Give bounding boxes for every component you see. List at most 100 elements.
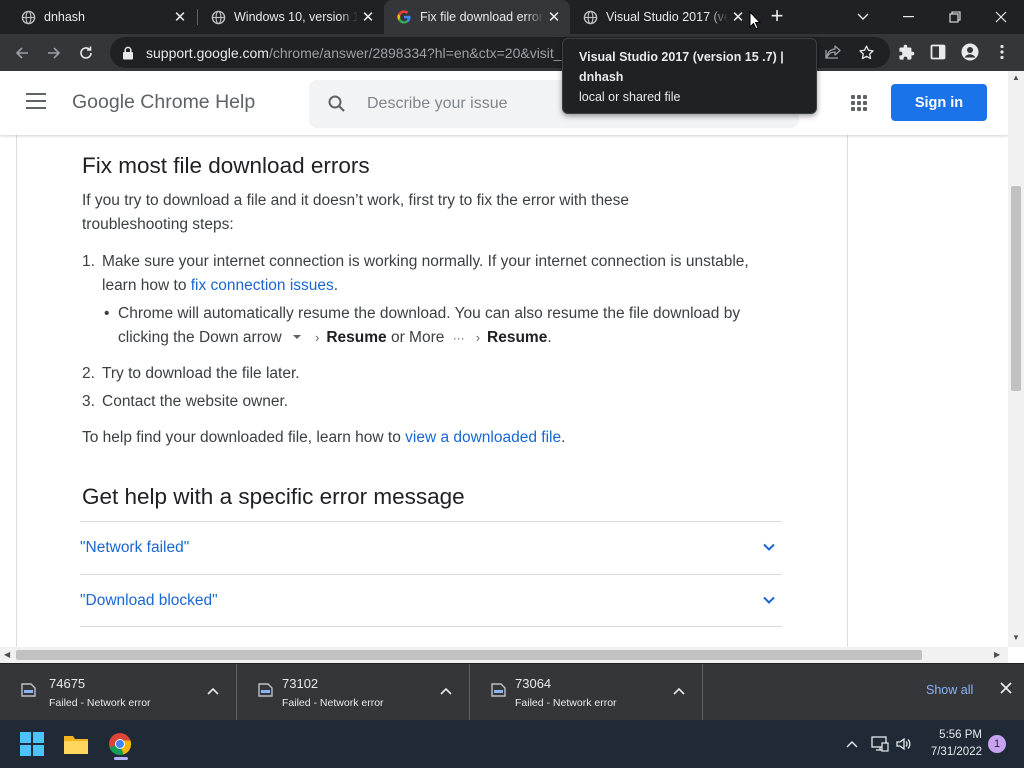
chevron-up-icon[interactable] bbox=[439, 684, 453, 698]
active-app-indicator bbox=[114, 757, 128, 760]
download-status: Failed - Network error bbox=[49, 697, 151, 709]
globe-icon bbox=[582, 9, 598, 25]
chevron-down-icon[interactable] bbox=[762, 540, 776, 554]
search-placeholder: Describe your issue bbox=[367, 95, 508, 112]
chevron-up-icon[interactable] bbox=[842, 734, 862, 754]
window-close-icon[interactable] bbox=[978, 0, 1024, 34]
tab-windows-10[interactable]: Windows 10, version 1809 ✕ bbox=[198, 0, 384, 34]
minimize-icon[interactable] bbox=[886, 0, 932, 34]
fix-connection-issues-link[interactable]: fix connection issues bbox=[191, 277, 334, 294]
windows-icon[interactable] bbox=[14, 726, 50, 762]
reload-icon[interactable] bbox=[73, 40, 99, 66]
lock-icon[interactable] bbox=[122, 46, 136, 60]
restore-icon[interactable] bbox=[932, 0, 978, 34]
download-status: Failed - Network error bbox=[282, 697, 384, 709]
tab-dnhash[interactable]: dnhash ✕ bbox=[8, 0, 196, 34]
star-icon[interactable] bbox=[856, 42, 876, 62]
section-title: Get help with a specific error message bbox=[82, 484, 465, 509]
tab-fix-download-errors[interactable]: Fix file download errors ✕ bbox=[384, 0, 570, 34]
download-name: 74675 bbox=[49, 676, 86, 691]
accordion-download-blocked[interactable]: "Download blocked" bbox=[80, 574, 782, 627]
vertical-scrollbar[interactable]: ▲ ▼ bbox=[1008, 71, 1024, 647]
sign-in-button[interactable]: Sign in bbox=[891, 84, 987, 121]
show-all-link[interactable]: Show all bbox=[926, 683, 973, 697]
file-icon bbox=[21, 683, 36, 697]
chevron-up-icon[interactable] bbox=[206, 684, 220, 698]
accordion-network-failed[interactable]: "Network failed" bbox=[80, 521, 782, 574]
list-item: 2. Try to download the file later. bbox=[82, 365, 300, 382]
tab-visual-studio[interactable]: Visual Studio 2017 (version 15.7) ✕ bbox=[570, 0, 754, 34]
tab-hover-tooltip: Visual Studio 2017 (version 15 .7) | dnh… bbox=[562, 38, 817, 114]
list-item: 3. Contact the website owner. bbox=[82, 393, 289, 410]
file-icon bbox=[258, 683, 273, 697]
tab-title: Visual Studio 2017 (version 15.7) bbox=[606, 10, 728, 24]
forward-icon[interactable] bbox=[41, 40, 67, 66]
close-icon[interactable]: ✕ bbox=[358, 7, 378, 27]
chevron-down-icon[interactable] bbox=[840, 0, 886, 34]
more-icon[interactable] bbox=[992, 42, 1012, 62]
tooltip-subtitle: local or shared file bbox=[579, 90, 681, 104]
download-item[interactable]: 73102 Failed - Network error bbox=[237, 664, 470, 721]
article-title: Fix most file download errors bbox=[82, 153, 370, 178]
site-brand[interactable]: Google Chrome Help bbox=[72, 91, 255, 114]
horizontal-scroll-thumb[interactable] bbox=[16, 650, 922, 660]
download-item[interactable]: 73064 Failed - Network error bbox=[470, 664, 703, 721]
troubleshoot-steps: 1. Make sure your internet connection is… bbox=[82, 250, 787, 414]
folder-icon[interactable] bbox=[58, 726, 94, 762]
list-item: 1. Make sure your internet connection is… bbox=[82, 250, 787, 350]
download-name: 73102 bbox=[282, 676, 319, 691]
extensions-icon[interactable] bbox=[896, 42, 916, 62]
menu-icon[interactable] bbox=[26, 93, 46, 109]
side-panel-icon[interactable] bbox=[928, 42, 948, 62]
system-clock[interactable]: 5:56 PM 7/31/2022 bbox=[920, 727, 982, 761]
scroll-up-arrow[interactable]: ▲ bbox=[1012, 73, 1020, 82]
horizontal-scrollbar[interactable]: ◀ ▶ bbox=[0, 647, 1008, 663]
display-icon[interactable] bbox=[870, 734, 890, 754]
download-item[interactable]: 74675 Failed - Network error bbox=[0, 664, 237, 721]
apps-icon[interactable] bbox=[851, 95, 867, 111]
clock-date: 7/31/2022 bbox=[930, 746, 982, 758]
tab-title: Windows 10, version 1809 bbox=[234, 10, 358, 24]
download-shelf: 74675 Failed - Network error 73102 Faile… bbox=[0, 663, 1024, 721]
chrome-icon[interactable] bbox=[102, 726, 138, 762]
notification-badge[interactable]: 1 bbox=[988, 735, 1006, 753]
globe-icon bbox=[210, 9, 226, 25]
browser-toolbar: support.google.com/chrome/answer/2898334… bbox=[0, 34, 1024, 71]
chevron-up-icon[interactable] bbox=[672, 684, 686, 698]
accordion-label: "Download blocked" bbox=[80, 591, 218, 609]
close-icon[interactable] bbox=[996, 681, 1016, 701]
scroll-left-arrow[interactable]: ◀ bbox=[4, 650, 10, 659]
chevron-right-icon: › bbox=[475, 330, 481, 345]
accordion-label: "Network failed" bbox=[80, 539, 190, 556]
plus-icon[interactable]: + bbox=[765, 5, 789, 29]
scroll-right-arrow[interactable]: ▶ bbox=[994, 650, 1000, 659]
google-g-icon bbox=[396, 9, 412, 25]
tab-title: Fix file download errors bbox=[420, 10, 544, 24]
file-icon bbox=[491, 683, 506, 697]
page-viewport: Google Chrome Help Describe your issue S… bbox=[0, 71, 1008, 647]
profile-icon[interactable] bbox=[960, 42, 980, 62]
more-horiz-icon: ··· bbox=[452, 331, 465, 345]
close-icon[interactable]: ✕ bbox=[544, 7, 564, 27]
close-icon[interactable]: ✕ bbox=[728, 7, 748, 27]
clock-time: 5:56 PM bbox=[939, 729, 982, 741]
volume-icon[interactable] bbox=[894, 734, 914, 754]
chevron-down-icon[interactable] bbox=[762, 593, 776, 607]
globe-icon bbox=[20, 9, 36, 25]
tooltip-title: Visual Studio 2017 (version 15 .7) | dnh… bbox=[579, 50, 784, 84]
vertical-scroll-thumb[interactable] bbox=[1011, 186, 1021, 391]
search-icon[interactable] bbox=[327, 94, 347, 114]
help-text: To help find your downloaded file, learn… bbox=[82, 429, 566, 446]
close-icon[interactable]: ✕ bbox=[170, 7, 190, 27]
scroll-down-arrow[interactable]: ▼ bbox=[1012, 633, 1020, 642]
download-name: 73064 bbox=[515, 676, 552, 691]
intro-text: If you try to download a file and it doe… bbox=[82, 192, 630, 233]
chevron-right-icon: › bbox=[315, 330, 320, 345]
share-icon[interactable] bbox=[823, 42, 843, 62]
cursor-icon bbox=[749, 11, 761, 30]
url-text: support.google.com/chrome/answer/2898334… bbox=[146, 44, 562, 61]
back-icon[interactable] bbox=[9, 40, 35, 66]
download-status: Failed - Network error bbox=[515, 697, 617, 709]
view-downloaded-file-link[interactable]: view a downloaded file bbox=[405, 429, 561, 446]
help-header: Google Chrome Help Describe your issue S… bbox=[0, 71, 1008, 135]
